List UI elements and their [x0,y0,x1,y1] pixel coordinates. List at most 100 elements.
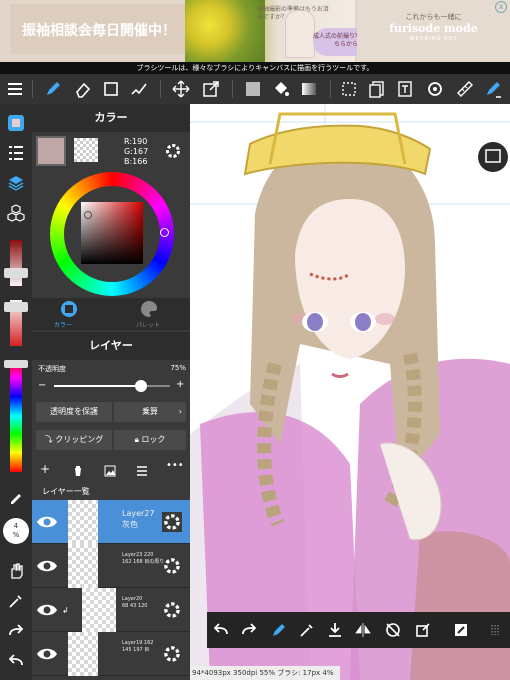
download-icon[interactable] [325,620,345,640]
more-options-icon[interactable]: ••• [166,460,184,471]
pen-edit-icon[interactable] [269,620,289,640]
rotate-reset-icon[interactable] [383,620,403,640]
layer-row-selected[interactable]: Layer27 灰色 [32,500,190,544]
flip-horizontal-icon[interactable] [353,620,373,640]
ad-right[interactable]: これからも一緒に furisode mode WEDDING BOX x [357,0,510,62]
clipping-indicator-icon: ↲ [62,606,69,615]
layer-settings-gear-icon[interactable] [162,644,182,664]
ad-right-sub: これからも一緒に [405,13,462,21]
blend-mode-label: 乗算 [142,407,158,416]
eyedropper-icon[interactable] [297,620,317,640]
blend-mode-button[interactable]: 乗算 › [114,402,186,422]
palette-tab-icon[interactable] [140,300,162,318]
add-layer-icon[interactable]: + [40,462,50,476]
undo-icon[interactable] [5,650,27,672]
layer-image-icon[interactable] [104,462,116,477]
red-value: R:190 [124,137,148,146]
layer-thumbnail [68,544,98,588]
sv-picker-cursor[interactable] [84,211,92,219]
fill-color-icon[interactable] [242,78,264,100]
menu-icon[interactable] [4,78,26,100]
layer-settings-gear-icon[interactable] [162,556,182,576]
ad-banner[interactable]: 振袖相談会毎日開催中！ 振袖撮影の準備はもうお済みですか？ 成人式の前撮り写真は… [0,0,510,62]
primary-color-swatch[interactable] [36,136,66,166]
layers-copy-icon[interactable] [366,78,388,100]
hue-slider[interactable] [10,360,22,472]
brush-size-handle[interactable] [4,268,28,278]
tab-color[interactable]: カラー [54,320,72,329]
grid-handle-icon[interactable] [485,620,505,640]
layer-list-icon[interactable] [136,462,148,476]
layer-settings-gear-icon[interactable] [162,512,182,532]
visibility-eye-icon[interactable] [36,556,58,576]
brush-size-slider[interactable] [10,240,22,286]
visibility-eye-icon[interactable] [36,644,58,664]
bucket-tool-icon[interactable] [270,78,292,100]
brush-size-value: 4 [13,522,19,530]
protect-alpha-button[interactable]: 透明度を保護 [36,402,112,422]
layer-thumbnail [82,588,116,632]
fullscreen-icon[interactable] [451,620,471,640]
chevron-right-icon: › [178,407,182,416]
opacity-value: 75% [170,364,186,372]
gradient-tool-icon[interactable] [298,78,320,100]
rectangle-tool-icon[interactable] [100,78,122,100]
opacity-track-fill [54,385,141,387]
rotate-icon[interactable] [424,78,446,100]
clipping-icon: ⤵ [44,435,56,444]
color-panel-title: カラー [32,104,190,132]
eyedropper-small-icon[interactable] [5,486,27,508]
opacity-handle[interactable] [4,302,28,312]
brush-settings-icon[interactable] [482,78,504,100]
secondary-color-swatch[interactable] [74,138,98,162]
snap-brush-icon[interactable] [128,78,150,100]
opacity-minus-icon[interactable]: − [38,380,46,391]
opacity-plus-icon[interactable]: + [176,379,184,390]
clipping-button[interactable]: ⤵ クリッピング [36,430,112,450]
tool-tooltip: ブラシツールは、様々なブラシによりキャンバスに描画を行うツールです。 [0,62,510,74]
undo-icon[interactable] [211,620,231,640]
hue-picker-cursor[interactable] [160,228,169,237]
redo-icon[interactable] [239,620,259,640]
lock-button[interactable]: 🔒︎ ロック [114,430,186,450]
eyedropper-icon[interactable] [5,590,27,612]
tab-palette[interactable]: パレット [136,320,160,329]
hand-icon[interactable] [5,560,27,582]
brush-list-icon[interactable] [5,142,27,164]
top-toolbar [0,74,510,104]
opacity-knob[interactable] [135,380,147,392]
green-value: G:167 [124,147,149,156]
text-tool-icon[interactable] [394,78,416,100]
redo-icon[interactable] [5,620,27,642]
drawing-canvas[interactable] [190,104,510,680]
layer-row[interactable]: Layer23 220 162 168 目の周り [32,544,190,588]
eraser-tool-icon[interactable] [72,78,94,100]
brush-tool-icon[interactable] [42,78,64,100]
layers-icon[interactable] [5,172,27,194]
materials-icon[interactable] [5,202,27,224]
color-circle-tab-icon[interactable] [60,300,82,318]
move-tool-icon[interactable] [170,78,192,100]
bottom-toolbar [207,612,510,648]
transform-tool-icon[interactable] [200,78,222,100]
layer-settings-gear-icon[interactable] [162,600,182,620]
ad-close-icon[interactable]: x [495,1,507,13]
ruler-icon[interactable] [454,78,476,100]
ad-image[interactable]: 振袖撮影の準備はもうお済みですか？ 成人式の前撮り写真はこちらから [185,0,379,62]
brush-size-indicator[interactable]: 4% [3,518,29,544]
color-settings-gear-icon[interactable] [164,142,182,160]
color-panel-icon[interactable] [5,112,27,134]
edit-square-icon[interactable] [413,620,433,640]
layer-row[interactable]: ↲ Layer20 68 43 120 [32,588,190,632]
clipping-label: クリッピング [55,435,104,444]
layer-list-title: レイヤー一覧 [42,487,90,496]
delete-layer-icon[interactable] [72,462,84,476]
ad-left-text[interactable]: 振袖相談会毎日開催中！ [10,4,185,54]
hue-handle[interactable] [4,360,28,368]
opacity-label: 不透明度 [38,365,66,373]
blue-value: B:166 [124,157,148,166]
visibility-eye-icon[interactable] [36,512,58,532]
layer-row[interactable]: Layer19 162 145 197 目 [32,632,190,676]
select-tool-icon[interactable] [338,78,360,100]
visibility-eye-icon[interactable] [36,600,58,620]
